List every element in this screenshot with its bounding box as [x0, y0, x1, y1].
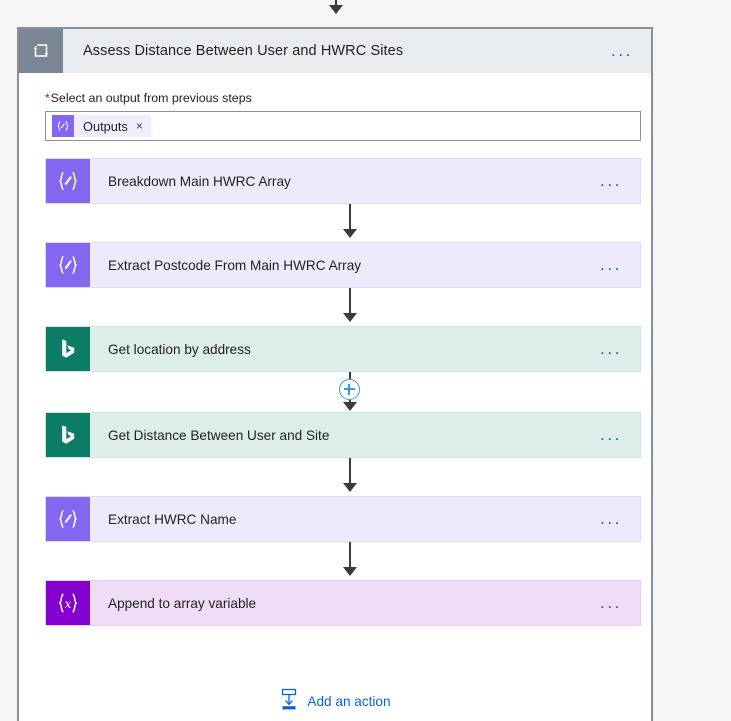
action-card-get-distance-between-user-and-site[interactable]: Get Distance Between User and Site ...: [45, 412, 641, 458]
action-card-breakdown-main-hwrc-array[interactable]: Breakdown Main HWRC Array ...: [45, 158, 641, 204]
action-card-extract-hwrc-name[interactable]: Extract HWRC Name ...: [45, 496, 641, 542]
connector-after-get-distance-between-user-and-site: [45, 458, 641, 496]
action-overflow-menu-icon[interactable]: ...: [600, 510, 640, 527]
action-card-title: Get location by address: [108, 341, 251, 357]
compose-icon: [46, 159, 90, 203]
variable-icon: x: [46, 581, 90, 625]
action-card-title: Breakdown Main HWRC Array: [108, 173, 291, 189]
close-icon[interactable]: ×: [136, 119, 151, 133]
bing-maps-icon: [46, 327, 90, 371]
action-card-extract-postcode-from-main-hwrc-array[interactable]: Extract Postcode From Main HWRC Array ..…: [45, 242, 641, 288]
foreach-scope-container[interactable]: Assess Distance Between User and HWRC Si…: [17, 27, 653, 721]
add-an-action-button[interactable]: Add an action: [19, 688, 651, 715]
connector-arrowhead: [343, 483, 357, 492]
connector-arrowhead: [329, 5, 343, 14]
workflow-designer-canvas: Assess Distance Between User and HWRC Si…: [0, 0, 731, 721]
compose-icon: [46, 243, 90, 287]
svg-text:x: x: [65, 597, 72, 611]
connector-arrowhead: [343, 567, 357, 576]
action-overflow-menu-icon[interactable]: ...: [600, 256, 640, 273]
connector-after-extract-hwrc-name: [45, 542, 641, 580]
connector-line: [349, 204, 351, 232]
outputs-token[interactable]: Outputs ×: [52, 115, 151, 137]
action-card-append-to-array-variable[interactable]: x Append to array variable ...: [45, 580, 641, 626]
connector-arrowhead: [343, 402, 357, 411]
connector-line: [349, 458, 351, 486]
connector-line: [349, 288, 351, 316]
insert-step-plus-icon[interactable]: [339, 379, 360, 400]
action-card-title: Append to array variable: [108, 595, 257, 611]
action-overflow-menu-icon[interactable]: ...: [600, 426, 640, 443]
output-field-label-text: Select an output from previous steps: [50, 91, 252, 105]
action-overflow-menu-icon[interactable]: ...: [600, 340, 640, 357]
action-card-title: Get Distance Between User and Site: [108, 427, 330, 443]
bing-maps-icon: [46, 413, 90, 457]
insert-action-icon: [279, 688, 299, 715]
scope-overflow-menu-icon[interactable]: ...: [611, 42, 651, 59]
connector-after-breakdown-main-hwrc-array: [45, 204, 641, 242]
foreach-loop-icon: [19, 29, 63, 73]
add-an-action-label: Add an action: [307, 694, 391, 709]
top-connector: [316, 0, 356, 28]
scope-title: Assess Distance Between User and HWRC Si…: [83, 43, 404, 59]
connector-after-extract-postcode-from-main-hwrc-array: [45, 288, 641, 326]
scope-header[interactable]: Assess Distance Between User and HWRC Si…: [19, 29, 651, 73]
connector-arrowhead: [343, 229, 357, 238]
action-overflow-menu-icon[interactable]: ...: [600, 594, 640, 611]
compose-token-icon: [52, 115, 74, 137]
compose-icon: [46, 497, 90, 541]
action-card-title: Extract HWRC Name: [108, 511, 237, 527]
required-asterisk: *: [45, 91, 50, 105]
connector-after-get-location-by-address: [45, 372, 641, 412]
output-field-label: *Select an output from previous steps: [45, 91, 637, 105]
action-overflow-menu-icon[interactable]: ...: [600, 172, 640, 189]
outputs-token-label: Outputs: [83, 118, 128, 134]
connector-arrowhead: [343, 313, 357, 322]
scope-body: *Select an output from previous steps Ou…: [19, 91, 651, 626]
action-card-title: Extract Postcode From Main HWRC Array: [108, 257, 362, 273]
output-token-input[interactable]: Outputs ×: [45, 111, 641, 141]
connector-line: [349, 542, 351, 570]
action-card-get-location-by-address[interactable]: Get location by address ...: [45, 326, 641, 372]
